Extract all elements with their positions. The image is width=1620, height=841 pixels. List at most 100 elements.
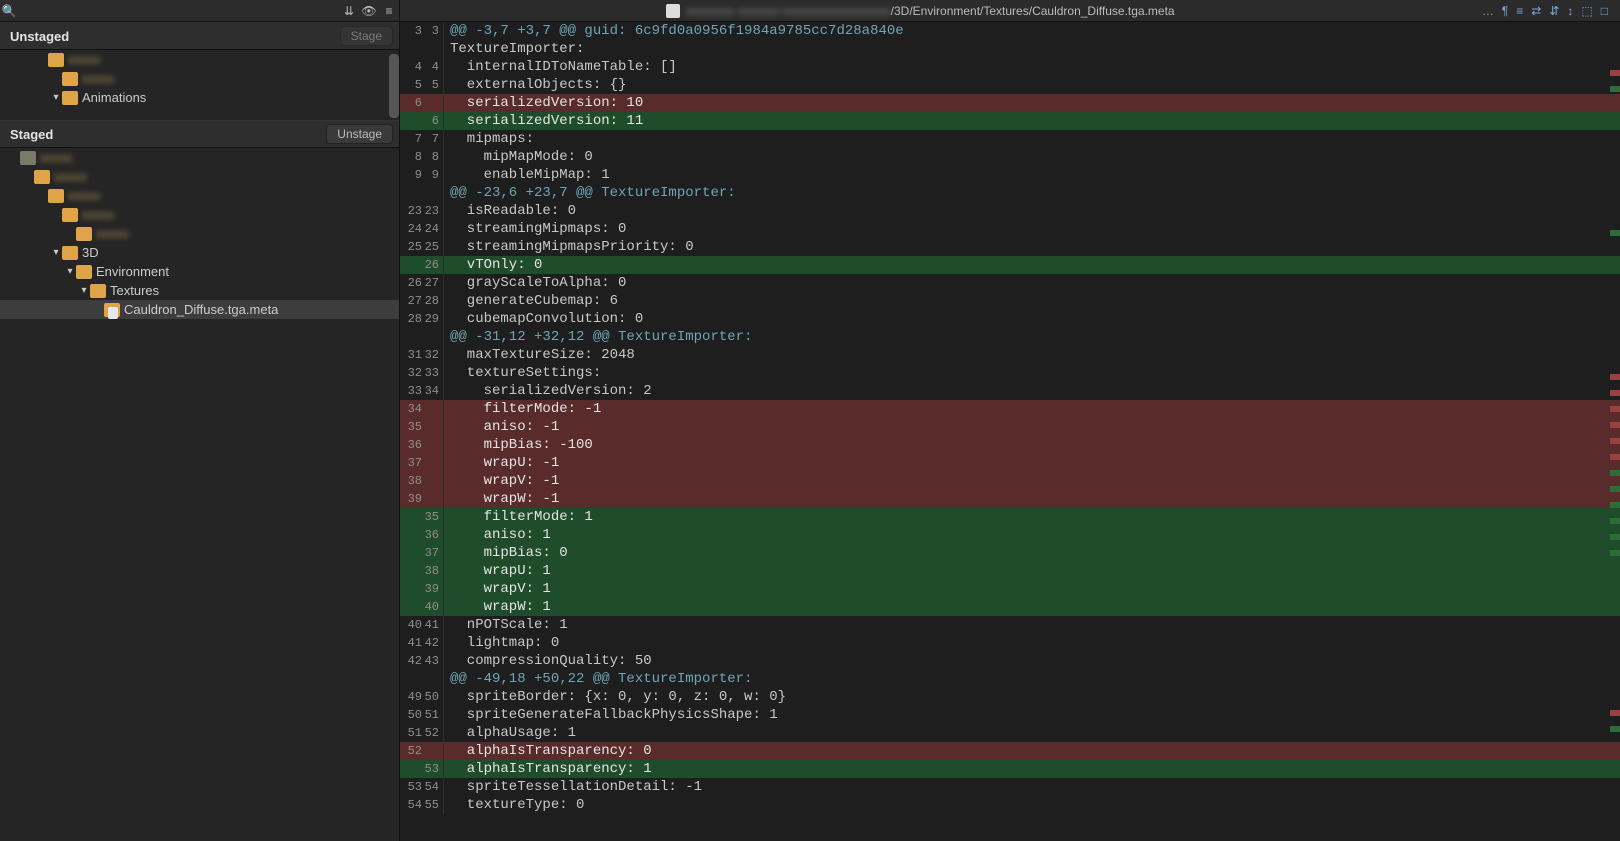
scroll-marker[interactable] [1610,534,1620,540]
diff-line[interactable]: TextureImporter: [400,40,1620,58]
toolbar-icon[interactable]: ⇄ [1531,4,1541,18]
diff-line[interactable]: 5455 textureType: 0 [400,796,1620,814]
diff-line[interactable]: 38 wrapV: -1 [400,472,1620,490]
tree-row[interactable]: ▾Textures [0,281,399,300]
diff-scrollbar[interactable] [1610,22,1620,841]
diff-line[interactable]: 2424 streamingMipmaps: 0 [400,220,1620,238]
tree-row[interactable]: Cauldron_Diffuse.tga.meta [0,300,399,319]
diff-line[interactable]: @@ -23,6 +23,7 @@ TextureImporter: [400,184,1620,202]
diff-line[interactable]: 39 wrapV: 1 [400,580,1620,598]
scroll-marker[interactable] [1610,438,1620,444]
scroll-marker[interactable] [1610,422,1620,428]
tab-path[interactable]: /3D/Environment/Textures/Cauldron_Diffus… [891,4,1175,18]
diff-line[interactable]: 5152 alphaUsage: 1 [400,724,1620,742]
unstaged-tree[interactable]: xxxxxxxxxx▾Animations [0,50,399,120]
diff-line[interactable]: 99 enableMipMap: 1 [400,166,1620,184]
diff-line[interactable]: 5354 spriteTessellationDetail: -1 [400,778,1620,796]
tree-row[interactable]: xxxxx [0,148,399,167]
staged-tree[interactable]: xxxxxxxxxxxxxxxxxxxxxxxxx▾3D▾Environment… [0,148,399,841]
diff-line[interactable]: 36 aniso: 1 [400,526,1620,544]
diff-line[interactable]: 34 filterMode: -1 [400,400,1620,418]
diff-line[interactable]: 53 alphaIsTransparency: 1 [400,760,1620,778]
diff-line[interactable]: 2627 grayScaleToAlpha: 0 [400,274,1620,292]
diff-line[interactable]: @@ -49,18 +50,22 @@ TextureImporter: [400,670,1620,688]
diff-line[interactable]: 4041 nPOTScale: 1 [400,616,1620,634]
tree-row[interactable]: xxxxx [0,50,399,69]
scroll-marker[interactable] [1610,550,1620,556]
diff-line[interactable]: 3132 maxTextureSize: 2048 [400,346,1620,364]
diff-line[interactable]: 44 internalIDToNameTable: [] [400,58,1620,76]
scroll-marker[interactable] [1610,230,1620,236]
diff-line[interactable]: 88 mipMapMode: 0 [400,148,1620,166]
scroll-marker[interactable] [1610,374,1620,380]
chevron-icon[interactable]: ▾ [50,92,62,103]
toolbar-icon[interactable]: ¶ [1502,4,1508,18]
scroll-marker[interactable] [1610,390,1620,396]
diff-line[interactable]: 35 filterMode: 1 [400,508,1620,526]
line-number-old: 34 [400,400,422,418]
toolbar-icon[interactable]: ↕ [1567,4,1573,18]
diff-line[interactable]: 37 wrapU: -1 [400,454,1620,472]
diff-line[interactable]: 36 mipBias: -100 [400,436,1620,454]
line-number-old: 23 [400,202,422,220]
stage-button[interactable]: Stage [340,26,393,46]
diff-line[interactable]: 6 serializedVersion: 10 [400,94,1620,112]
diff-line[interactable]: 5051 spriteGenerateFallbackPhysicsShape:… [400,706,1620,724]
diff-area[interactable]: 33@@ -3,7 +3,7 @@ guid: 6c9fd0a0956f1984… [400,22,1620,841]
tree-row[interactable]: ▾Animations [0,88,399,107]
tree-row[interactable]: xxxxx [0,167,399,186]
scroll-marker[interactable] [1610,406,1620,412]
toolbar-icon[interactable]: □ [1601,4,1608,18]
scroll-marker[interactable] [1610,470,1620,476]
diff-line[interactable]: 52 alphaIsTransparency: 0 [400,742,1620,760]
scroll-marker[interactable] [1610,710,1620,716]
diff-line[interactable]: 35 aniso: -1 [400,418,1620,436]
scroll-marker[interactable] [1610,486,1620,492]
toolbar-icon[interactable]: ≡ [1516,4,1523,18]
tree-row[interactable]: xxxxx [0,69,399,88]
visibility-icon[interactable]: 👁 [359,4,379,18]
toolbar-icon[interactable]: … [1482,4,1494,18]
chevron-icon[interactable]: ▾ [78,285,90,296]
diff-line[interactable]: 3233 textureSettings: [400,364,1620,382]
menu-icon[interactable]: ≡ [379,4,399,18]
line-number-old: 9 [400,166,422,184]
diff-line[interactable]: 2829 cubemapConvolution: 0 [400,310,1620,328]
diff-line[interactable]: 39 wrapW: -1 [400,490,1620,508]
scroll-marker[interactable] [1610,86,1620,92]
tree-row[interactable]: ▾Environment [0,262,399,281]
diff-line[interactable]: 33@@ -3,7 +3,7 @@ guid: 6c9fd0a0956f1984… [400,22,1620,40]
diff-line[interactable]: 4950 spriteBorder: {x: 0, y: 0, z: 0, w:… [400,688,1620,706]
scroll-marker[interactable] [1610,518,1620,524]
search-input[interactable] [18,2,339,20]
collapse-all-icon[interactable]: ⇊ [339,4,359,18]
scroll-marker[interactable] [1610,726,1620,732]
chevron-icon[interactable]: ▾ [64,266,76,277]
diff-line[interactable]: 2525 streamingMipmapsPriority: 0 [400,238,1620,256]
tree-row[interactable]: xxxxx [0,224,399,243]
diff-line[interactable]: 55 externalObjects: {} [400,76,1620,94]
diff-line[interactable]: 6 serializedVersion: 11 [400,112,1620,130]
diff-line[interactable]: 38 wrapU: 1 [400,562,1620,580]
tree-row[interactable]: xxxxx [0,186,399,205]
diff-line[interactable]: @@ -31,12 +32,12 @@ TextureImporter: [400,328,1620,346]
tree-row[interactable]: ▾3D [0,243,399,262]
scroll-marker[interactable] [1610,454,1620,460]
toolbar-icon[interactable]: ⇵ [1549,4,1559,18]
diff-line[interactable]: 4243 compressionQuality: 50 [400,652,1620,670]
diff-line[interactable]: 37 mipBias: 0 [400,544,1620,562]
diff-line[interactable]: 2323 isReadable: 0 [400,202,1620,220]
diff-line[interactable]: 77 mipmaps: [400,130,1620,148]
unstaged-scrollbar[interactable] [389,54,399,118]
scroll-marker[interactable] [1610,502,1620,508]
toolbar-icon[interactable]: ⬚ [1581,4,1592,18]
diff-line[interactable]: 40 wrapW: 1 [400,598,1620,616]
unstage-button[interactable]: Unstage [326,124,393,144]
tree-row[interactable]: xxxxx [0,205,399,224]
diff-line[interactable]: 26 vTOnly: 0 [400,256,1620,274]
chevron-icon[interactable]: ▾ [50,247,62,258]
diff-line[interactable]: 4142 lightmap: 0 [400,634,1620,652]
diff-line[interactable]: 3334 serializedVersion: 2 [400,382,1620,400]
scroll-marker[interactable] [1610,70,1620,76]
diff-line[interactable]: 2728 generateCubemap: 6 [400,292,1620,310]
